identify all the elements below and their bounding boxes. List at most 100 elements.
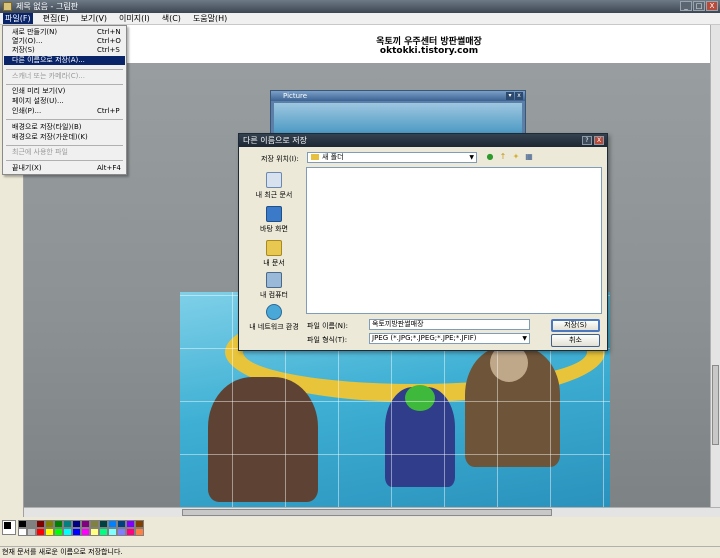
file-menu: 새로 만들기(N) Ctrl+N 열기(O)... Ctrl+O 저장(S) Ctrl… xyxy=(2,25,127,175)
color-swatch[interactable] xyxy=(63,528,72,536)
menu-image[interactable]: 이미지(I) xyxy=(117,13,152,24)
recent-documents-icon xyxy=(266,172,282,188)
color-swatch[interactable] xyxy=(54,528,63,536)
color-swatch[interactable] xyxy=(99,520,108,528)
color-swatch[interactable] xyxy=(45,520,54,528)
dialog-close-button[interactable]: X xyxy=(594,136,604,145)
color-swatch[interactable] xyxy=(54,520,63,528)
menu-item-new[interactable]: 새로 만들기(N) Ctrl+N xyxy=(4,28,125,37)
color-swatch[interactable] xyxy=(27,520,36,528)
color-swatch[interactable] xyxy=(126,528,135,536)
picture-thumbnail xyxy=(274,103,522,133)
menu-item-print[interactable]: 인쇄(P)... Ctrl+P xyxy=(4,107,125,116)
place-network[interactable]: 내 네트워크 환경 xyxy=(245,302,303,338)
filetype-value: JPEG (*.JPG;*.JPEG;*.JPE;*.JFIF) xyxy=(372,334,477,342)
color-swatch[interactable] xyxy=(45,528,54,536)
place-my-computer[interactable]: 내 컴퓨터 xyxy=(245,270,303,306)
color-swatch[interactable] xyxy=(99,528,108,536)
maximize-button[interactable]: □ xyxy=(693,1,705,11)
picture-window[interactable]: Picture ▾ x xyxy=(270,90,526,134)
color-swatch[interactable] xyxy=(18,528,27,536)
menu-view[interactable]: 보기(V) xyxy=(79,13,109,24)
dialog-help-button[interactable]: ? xyxy=(582,136,592,145)
color-swatch[interactable] xyxy=(81,520,90,528)
menu-colors[interactable]: 색(C) xyxy=(160,13,183,24)
color-swatch[interactable] xyxy=(72,520,81,528)
color-swatch[interactable] xyxy=(108,528,117,536)
menu-item-save[interactable]: 저장(S) Ctrl+S xyxy=(4,46,125,55)
my-computer-icon xyxy=(266,272,282,288)
minimize-button[interactable]: _ xyxy=(680,1,692,11)
network-icon xyxy=(266,304,282,320)
look-in-value: 새 폴더 xyxy=(322,153,344,161)
color-swatch[interactable] xyxy=(27,528,36,536)
menu-help[interactable]: 도움말(H) xyxy=(191,13,229,24)
color-swatch[interactable] xyxy=(18,520,27,528)
back-icon[interactable]: ● xyxy=(485,152,495,162)
filename-input[interactable]: 옥토끼방판썰매장 xyxy=(369,319,530,330)
dialog-nav-toolbar: ● ↑ ✦ ▦ xyxy=(485,152,534,162)
menu-bar: 파일(F) 편집(E) 보기(V) 이미지(I) 색(C) 도움말(H) xyxy=(0,13,720,25)
my-documents-icon xyxy=(266,240,282,256)
menu-item-exit[interactable]: 끝내기(X) Alt+F4 xyxy=(4,164,125,173)
filename-label: 파일 이름(N): xyxy=(307,322,349,330)
new-folder-icon[interactable]: ✦ xyxy=(511,152,521,162)
menu-item-recent-files: 최근에 사용한 파일 xyxy=(12,148,68,156)
look-in-dropdown[interactable]: 새 폴더 ▼ xyxy=(307,152,477,163)
folder-icon xyxy=(311,154,319,160)
horizontal-scroll-thumb[interactable] xyxy=(182,509,552,516)
color-swatch[interactable] xyxy=(90,520,99,528)
color-swatch[interactable] xyxy=(36,528,45,536)
cancel-button[interactable]: 취소 xyxy=(551,334,600,347)
color-swatch[interactable] xyxy=(126,520,135,528)
color-swatch[interactable] xyxy=(72,528,81,536)
chevron-down-icon: ▼ xyxy=(469,154,474,161)
up-folder-icon[interactable]: ↑ xyxy=(498,152,508,162)
look-in-label: 저장 위치(I): xyxy=(261,155,299,163)
title-bar: 제목 없음 - 그림판 _ □ X xyxy=(0,0,720,13)
color-swatches xyxy=(18,520,144,536)
place-desktop[interactable]: 바탕 화면 xyxy=(245,204,303,240)
picture-close-button[interactable]: x xyxy=(515,92,523,100)
menu-edit[interactable]: 편집(E) xyxy=(41,13,71,24)
places-bar: 내 최근 문서 바탕 화면 내 문서 내 컴퓨터 내 네트워크 환경 xyxy=(245,166,303,336)
place-recent[interactable]: 내 최근 문서 xyxy=(245,170,303,206)
color-swatch[interactable] xyxy=(117,520,126,528)
vertical-scrollbar[interactable] xyxy=(710,25,720,507)
close-button[interactable]: X xyxy=(706,1,718,11)
picture-minimize-button[interactable]: ▾ xyxy=(506,92,514,100)
save-button[interactable]: 저장(S) xyxy=(551,319,600,332)
window-title: 제목 없음 - 그림판 xyxy=(16,2,79,11)
menu-item-set-wallpaper-tile[interactable]: 배경으로 저장(타일)(B) xyxy=(4,123,125,132)
filetype-label: 파일 형식(T): xyxy=(307,336,348,344)
view-menu-icon[interactable]: ▦ xyxy=(524,152,534,162)
color-swatch[interactable] xyxy=(90,528,99,536)
menu-item-page-setup[interactable]: 페이지 설정(U)... xyxy=(4,97,125,106)
color-swatch[interactable] xyxy=(135,520,144,528)
canvas-url: oktokki.tistory.com xyxy=(379,46,479,56)
file-list[interactable] xyxy=(306,167,602,314)
color-swatch[interactable] xyxy=(135,528,144,536)
menu-item-print-preview[interactable]: 인쇄 미리 보기(V) xyxy=(4,87,125,96)
chevron-down-icon: ▼ xyxy=(522,335,527,342)
color-swatch[interactable] xyxy=(36,520,45,528)
menu-item-set-wallpaper-center[interactable]: 배경으로 저장(가운데)(K) xyxy=(4,133,125,142)
menu-item-open[interactable]: 열기(O)... Ctrl+O xyxy=(4,37,125,46)
vertical-scroll-thumb[interactable] xyxy=(712,365,719,445)
menu-file[interactable]: 파일(F) xyxy=(3,13,33,24)
filetype-select[interactable]: JPEG (*.JPG;*.JPEG;*.JPE;*.JFIF) ▼ xyxy=(369,333,530,344)
color-swatch[interactable] xyxy=(63,520,72,528)
color-swatch[interactable] xyxy=(81,528,90,536)
window-controls: _ □ X xyxy=(680,1,718,11)
save-as-dialog: 다른 이름으로 저장 ? X 저장 위치(I): 새 폴더 ▼ ● ↑ ✦ ▦ … xyxy=(238,133,608,351)
status-bar: 현재 문서를 새로운 이름으로 저장합니다. xyxy=(0,546,720,558)
color-swatch[interactable] xyxy=(108,520,117,528)
current-colors[interactable] xyxy=(2,520,16,535)
place-my-documents[interactable]: 내 문서 xyxy=(245,238,303,274)
menu-item-scanner: 스캐너 또는 카메라(C)... xyxy=(12,72,85,80)
horizontal-scrollbar[interactable] xyxy=(24,507,720,517)
canvas-paper[interactable]: 옥토끼 우주센터 방판썰매장 oktokki.tistory.com xyxy=(124,25,710,63)
color-swatch[interactable] xyxy=(117,528,126,536)
menu-item-save-as[interactable]: 다른 이름으로 저장(A)... xyxy=(4,56,125,65)
picture-window-title: Picture xyxy=(271,91,525,101)
